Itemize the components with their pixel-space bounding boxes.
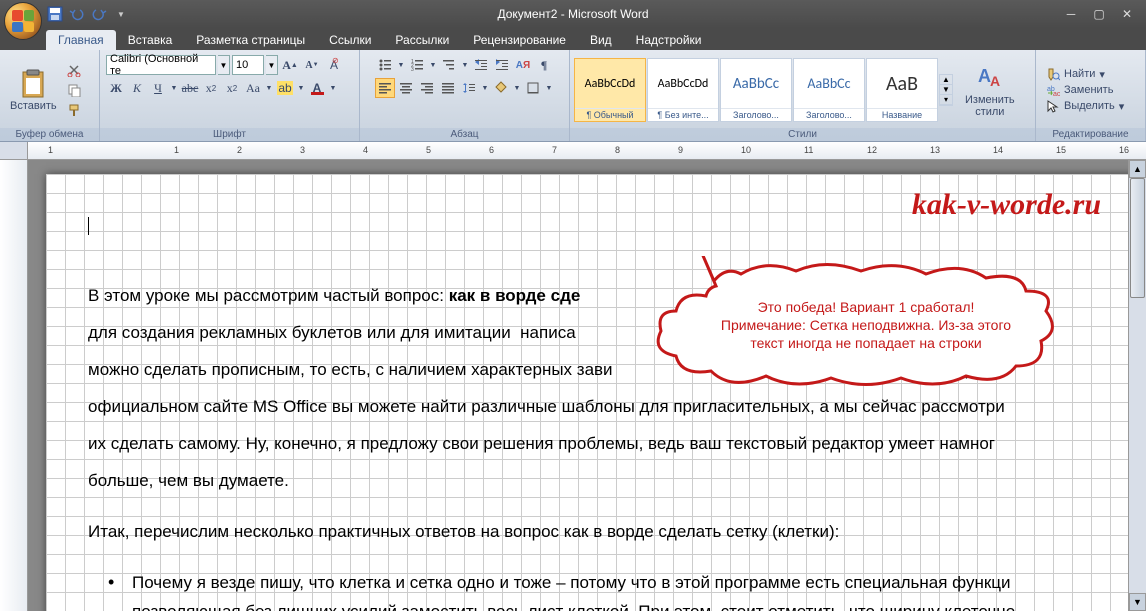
save-icon[interactable] [46, 5, 64, 23]
svg-text:3: 3 [411, 67, 414, 72]
scroll-down-button[interactable]: ▼ [1129, 593, 1146, 611]
tab-Надстройки[interactable]: Надстройки [624, 30, 714, 50]
font-name-select[interactable]: Calibri (Основной те [106, 55, 216, 75]
undo-icon[interactable] [68, 5, 86, 23]
align-right-icon[interactable] [417, 78, 437, 98]
vertical-scrollbar[interactable]: ▲ ▼ [1128, 160, 1146, 611]
tab-Вид[interactable]: Вид [578, 30, 624, 50]
style-Заголово...[interactable]: AaBbCcЗаголово... [720, 58, 792, 122]
superscript-icon[interactable]: x2 [222, 78, 242, 98]
copy-icon[interactable] [65, 81, 83, 99]
numbering-dropdown[interactable]: ▼ [428, 55, 438, 75]
tab-Ссылки[interactable]: Ссылки [317, 30, 383, 50]
change-case-dropdown[interactable]: ▼ [264, 78, 274, 98]
subscript-icon[interactable]: x2 [201, 78, 221, 98]
qat-dropdown-icon[interactable]: ▼ [112, 5, 130, 23]
underline-icon[interactable]: Ч [148, 78, 168, 98]
sort-icon[interactable]: AЯ [513, 55, 533, 75]
shading-icon[interactable] [491, 78, 511, 98]
font-size-dropdown[interactable]: ▼ [266, 55, 278, 75]
office-button[interactable] [4, 2, 42, 40]
format-painter-icon[interactable] [65, 101, 83, 119]
strikethrough-icon[interactable]: abc [180, 78, 200, 98]
group-font-label: Шрифт [100, 128, 359, 141]
bullets-icon[interactable] [375, 55, 395, 75]
group-paragraph-label: Абзац [360, 128, 569, 141]
styles-gallery-scroll[interactable]: ▲▼▾ [939, 74, 953, 106]
watermark: kak-v-worde.ru [912, 188, 1101, 222]
tab-Разметка страницы[interactable]: Разметка страницы [184, 30, 317, 50]
svg-text:A: A [990, 73, 1000, 89]
ruler-horizontal[interactable]: 112345678910111213141516 [0, 142, 1146, 160]
callout-shape: Это победа! Вариант 1 сработал! Примечан… [646, 256, 1076, 391]
grow-font-icon[interactable]: A▲ [280, 55, 300, 75]
paste-button[interactable]: Вставить [4, 66, 63, 114]
decrease-indent-icon[interactable] [471, 55, 491, 75]
ribbon: Вставить Буфер обмена Calibri (Основной … [0, 50, 1146, 142]
tab-Рассылки[interactable]: Рассылки [383, 30, 461, 50]
show-marks-icon[interactable]: ¶ [534, 55, 554, 75]
underline-dropdown[interactable]: ▼ [169, 78, 179, 98]
tab-Главная[interactable]: Главная [46, 30, 116, 50]
window-title: Документ2 - Microsoft Word [497, 7, 648, 21]
font-size-select[interactable]: 10 [232, 55, 264, 75]
redo-icon[interactable] [90, 5, 108, 23]
bold-icon[interactable]: Ж [106, 78, 126, 98]
align-left-icon[interactable] [375, 78, 395, 98]
change-styles-button[interactable]: AA Изменить стили [959, 60, 1021, 120]
font-color-icon[interactable]: A [307, 78, 327, 98]
style-¶ Обычный[interactable]: AaBbCcDd¶ Обычный [574, 58, 646, 122]
italic-icon[interactable]: К [127, 78, 147, 98]
numbering-icon[interactable]: 123 [407, 55, 427, 75]
close-button[interactable]: ✕ [1116, 6, 1138, 22]
highlight-dropdown[interactable]: ▼ [296, 78, 306, 98]
text-cursor [88, 217, 89, 235]
borders-dropdown[interactable]: ▼ [544, 78, 554, 98]
borders-icon[interactable] [523, 78, 543, 98]
font-name-dropdown[interactable]: ▼ [218, 55, 230, 75]
minimize-button[interactable]: ─ [1060, 6, 1082, 22]
scroll-thumb[interactable] [1130, 178, 1145, 298]
justify-icon[interactable] [438, 78, 458, 98]
ribbon-tabs: ГлавнаяВставкаРазметка страницыСсылкиРас… [0, 28, 1146, 50]
ruler-vertical[interactable] [0, 160, 28, 611]
scroll-up-button[interactable]: ▲ [1129, 160, 1146, 178]
shrink-font-icon[interactable]: A▼ [302, 55, 322, 75]
style-¶ Без инте...[interactable]: AaBbCcDd¶ Без инте... [647, 58, 719, 122]
style-Название[interactable]: АаВНазвание [866, 58, 938, 122]
select-button[interactable]: Выделить ▾ [1046, 99, 1124, 113]
maximize-button[interactable]: ▢ [1088, 6, 1110, 22]
group-styles-label: Стили [570, 128, 1035, 141]
line-spacing-dropdown[interactable]: ▼ [480, 78, 490, 98]
font-color-dropdown[interactable]: ▼ [328, 78, 338, 98]
cut-icon[interactable] [65, 61, 83, 79]
styles-gallery[interactable]: AaBbCcDd¶ ОбычныйAaBbCcDd¶ Без инте...Aa… [574, 58, 939, 122]
increase-indent-icon[interactable] [492, 55, 512, 75]
replace-button[interactable]: abacЗаменить [1046, 83, 1124, 97]
clear-formatting-icon[interactable]: A⊘ [324, 55, 344, 75]
svg-text:ac: ac [1053, 91, 1060, 97]
highlight-icon[interactable]: ab [275, 78, 295, 98]
multilevel-dropdown[interactable]: ▼ [460, 55, 470, 75]
tab-Рецензирование[interactable]: Рецензирование [461, 30, 578, 50]
style-Заголово...[interactable]: AaBbCcЗаголово... [793, 58, 865, 122]
group-editing-label: Редактирование [1036, 128, 1145, 141]
line-spacing-icon[interactable] [459, 78, 479, 98]
find-button[interactable]: Найти ▾ [1046, 67, 1124, 81]
tab-Вставка[interactable]: Вставка [116, 30, 185, 50]
align-center-icon[interactable] [396, 78, 416, 98]
bullets-dropdown[interactable]: ▼ [396, 55, 406, 75]
shading-dropdown[interactable]: ▼ [512, 78, 522, 98]
multilevel-list-icon[interactable] [439, 55, 459, 75]
group-clipboard-label: Буфер обмена [0, 128, 99, 141]
change-case-icon[interactable]: Aa [243, 78, 263, 98]
document-area[interactable]: В этом уроке мы рассмотрим частый вопрос… [28, 160, 1146, 611]
